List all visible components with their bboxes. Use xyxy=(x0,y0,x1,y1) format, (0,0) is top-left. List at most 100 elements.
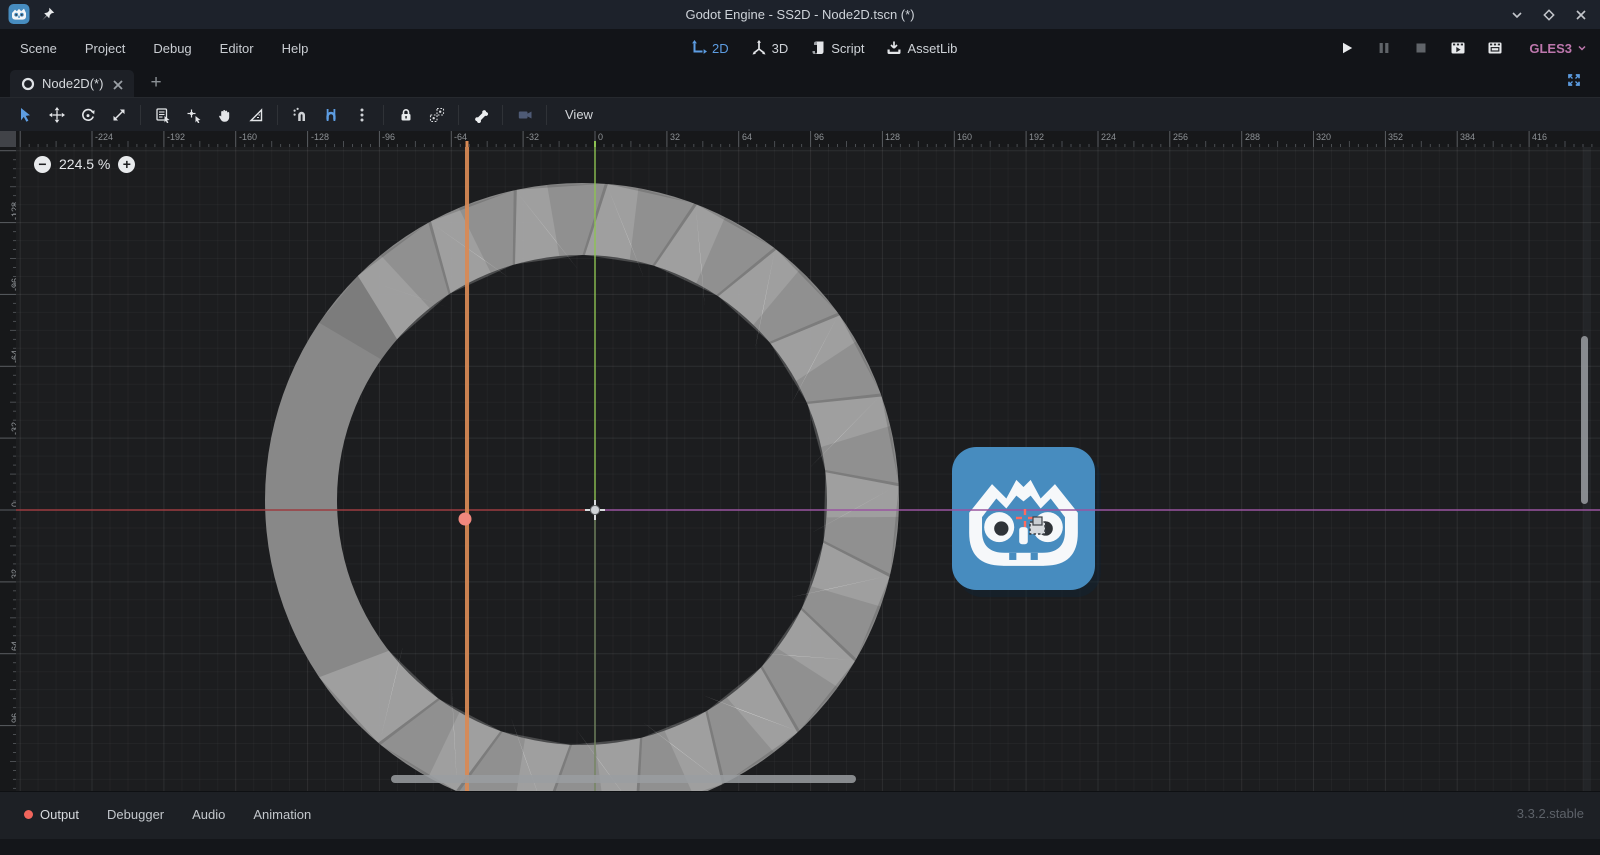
ruler-label: -64 xyxy=(454,132,467,142)
menu-editor[interactable]: Editor xyxy=(206,33,268,63)
renderer-label: GLES3 xyxy=(1529,41,1572,56)
toolbar-separator xyxy=(502,105,503,125)
scale-icon xyxy=(111,107,127,123)
ruler-label: 320 xyxy=(1316,132,1331,142)
bone-icon xyxy=(473,107,489,123)
window-bottom-edge xyxy=(0,839,1600,855)
snap-options-tool-button[interactable] xyxy=(346,101,377,129)
toolbar-separator xyxy=(277,105,278,125)
menu-debug[interactable]: Debug xyxy=(139,33,205,63)
zoom-level[interactable]: 224.5 % xyxy=(59,156,110,172)
workspace-2d-button[interactable]: 2D xyxy=(683,33,737,63)
script-icon xyxy=(810,40,826,56)
play-scene-button[interactable] xyxy=(1447,37,1469,59)
distraction-free-icon[interactable] xyxy=(1566,72,1586,92)
renderer-select[interactable]: GLES3 xyxy=(1529,41,1588,56)
play-scene-icon xyxy=(1450,40,1466,56)
ruler-corner xyxy=(0,131,16,147)
grid-snap-tool-button[interactable] xyxy=(315,101,346,129)
skeleton-tool-button[interactable] xyxy=(509,101,540,129)
workspace-3d-button[interactable]: 3D xyxy=(743,33,797,63)
ss2d-ring-shape[interactable] xyxy=(265,183,899,791)
lock-tool-button[interactable] xyxy=(390,101,421,129)
ruler-label: 0 xyxy=(598,132,603,142)
2d-viewport[interactable]: − 224.5 % + xyxy=(16,147,1600,791)
horizontal-ruler[interactable]: -224-192-160-128-96-64-32032649612816019… xyxy=(16,131,1600,147)
workspace-script-button[interactable]: Script xyxy=(802,33,872,63)
bottom-tab-output[interactable]: Output xyxy=(14,799,89,829)
axes3d-icon xyxy=(751,40,767,56)
ruler-label: 288 xyxy=(1245,132,1260,142)
pause-button xyxy=(1373,37,1395,59)
point-marker[interactable] xyxy=(459,513,472,526)
bottom-tab-label: Debugger xyxy=(107,807,164,822)
play-icon xyxy=(1339,40,1355,56)
workspace-assetlib-button[interactable]: AssetLib xyxy=(878,33,965,63)
stop-button xyxy=(1410,37,1432,59)
skeleton-icon xyxy=(517,107,533,123)
ruler-label: 96 xyxy=(814,132,824,142)
select-tool-button[interactable] xyxy=(10,101,41,129)
view-menu-button[interactable]: View xyxy=(553,101,605,129)
ruler-label: 416 xyxy=(1532,132,1547,142)
bottom-tab-audio[interactable]: Audio xyxy=(182,799,235,829)
ruler-label: -32 xyxy=(526,132,539,142)
bottom-tab-label: Animation xyxy=(253,807,311,822)
menu-project[interactable]: Project xyxy=(71,33,139,63)
move-tool-button[interactable] xyxy=(41,101,72,129)
ruler-label: 384 xyxy=(1460,132,1475,142)
canvas-toolbar: View xyxy=(0,97,1600,131)
lock-icon xyxy=(398,107,414,123)
play-custom-scene-icon xyxy=(1487,40,1503,56)
stop-icon xyxy=(1413,40,1429,56)
main-menus: SceneProjectDebugEditorHelp xyxy=(6,29,322,67)
axes2d-icon xyxy=(691,40,707,56)
title-bar[interactable]: Godot Engine - SS2D - Node2D.tscn (*) xyxy=(0,0,1600,29)
move-icon xyxy=(49,107,65,123)
window-close-icon[interactable] xyxy=(1572,6,1590,24)
vertical-scrollbar-thumb[interactable] xyxy=(1581,336,1588,504)
smart-snap-tool-button[interactable] xyxy=(284,101,315,129)
origin-gizmo xyxy=(585,500,605,520)
pan-tool-button[interactable] xyxy=(209,101,240,129)
scene-tab-node2d[interactable]: Node2D(*) xyxy=(10,70,134,97)
group-icon xyxy=(429,107,445,123)
bone-tool-button[interactable] xyxy=(465,101,496,129)
ruler-tool-button[interactable] xyxy=(240,101,271,129)
menu-help[interactable]: Help xyxy=(268,33,323,63)
rotate-tool-button[interactable] xyxy=(72,101,103,129)
bottom-tab-animation[interactable]: Animation xyxy=(243,799,321,829)
list-select-tool-button[interactable] xyxy=(147,101,178,129)
bottom-tab-label: Output xyxy=(40,807,79,822)
ruler-label: -96 xyxy=(382,132,395,142)
viewport-scene[interactable] xyxy=(16,147,1600,791)
godot-editor-window: { "window": { "title": "Godot Engine - S… xyxy=(0,0,1600,855)
horizontal-scrollbar-thumb[interactable] xyxy=(391,775,856,783)
bottom-tab-debugger[interactable]: Debugger xyxy=(97,799,174,829)
bottom-panel: OutputDebuggerAudioAnimation 3.3.2.stabl… xyxy=(0,791,1600,855)
smart-snap-icon xyxy=(292,107,308,123)
play-custom-scene-button[interactable] xyxy=(1484,37,1506,59)
vertical-ruler[interactable]: -128-96-64-320326496 xyxy=(0,147,16,791)
godot-sprite[interactable] xyxy=(952,447,1101,597)
play-button[interactable] xyxy=(1336,37,1358,59)
zoom-out-button[interactable]: − xyxy=(34,156,51,173)
pause-icon xyxy=(1376,40,1392,56)
pin-icon xyxy=(40,6,56,22)
menu-scene[interactable]: Scene xyxy=(6,33,71,63)
tab-close-icon xyxy=(110,77,124,91)
zoom-in-button[interactable]: + xyxy=(118,156,135,173)
window-minimize-icon[interactable] xyxy=(1508,6,1526,24)
ruler-label: -224 xyxy=(95,132,113,142)
scale-tool-button[interactable] xyxy=(103,101,134,129)
add-scene-tab-button[interactable]: + xyxy=(144,71,168,95)
group-tool-button[interactable] xyxy=(421,101,452,129)
pin-icon[interactable] xyxy=(40,6,56,22)
tab-close-icon[interactable] xyxy=(110,77,124,91)
ruler-label: -192 xyxy=(167,132,185,142)
scene-tab-bar: Node2D(*) + xyxy=(0,67,1600,97)
ruler-label: 64 xyxy=(742,132,752,142)
pivot-tool-button[interactable] xyxy=(178,101,209,129)
window-maximize-icon[interactable] xyxy=(1540,6,1558,24)
pan-icon xyxy=(217,107,233,123)
